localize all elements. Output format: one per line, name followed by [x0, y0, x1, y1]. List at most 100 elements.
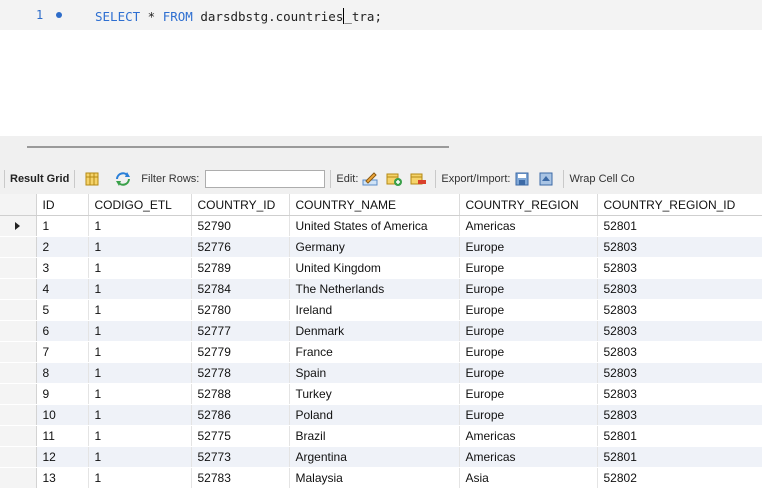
cell-country-region-id[interactable]: 52801 [597, 425, 762, 447]
refresh-icon[interactable] [114, 171, 132, 187]
cell-id[interactable]: 12 [36, 446, 89, 468]
cell-codigo-etl[interactable]: 1 [88, 362, 192, 384]
cell-country-name[interactable]: Brazil [289, 425, 460, 447]
row-selector[interactable] [0, 215, 37, 237]
cell-codigo-etl[interactable]: 1 [88, 299, 192, 321]
cell-id[interactable]: 11 [36, 425, 89, 447]
cell-country-region[interactable]: Europe [459, 278, 598, 300]
cell-codigo-etl[interactable]: 1 [88, 383, 192, 405]
row-selector[interactable] [0, 320, 37, 342]
cell-id[interactable]: 6 [36, 320, 89, 342]
cell-codigo-etl[interactable]: 1 [88, 446, 192, 468]
cell-country-name[interactable]: Ireland [289, 299, 460, 321]
cell-country-name[interactable]: United Kingdom [289, 257, 460, 279]
cell-country-region-id[interactable]: 52803 [597, 257, 762, 279]
cell-country-region[interactable]: Europe [459, 404, 598, 426]
row-selector[interactable] [0, 467, 37, 489]
cell-country-id[interactable]: 52789 [191, 257, 290, 279]
cell-country-region[interactable]: Europe [459, 299, 598, 321]
export-icon[interactable] [513, 171, 531, 187]
cell-country-region[interactable]: Americas [459, 446, 598, 468]
cell-id[interactable]: 3 [36, 257, 89, 279]
cell-country-region[interactable]: Americas [459, 425, 598, 447]
table-row[interactable]: 4 1 52784 The Netherlands Europe 52803 [0, 278, 762, 300]
cell-country-region-id[interactable]: 52803 [597, 320, 762, 342]
cell-codigo-etl[interactable]: 1 [88, 257, 192, 279]
cell-country-region-id[interactable]: 52803 [597, 362, 762, 384]
table-row[interactable]: 9 1 52788 Turkey Europe 52803 [0, 383, 762, 405]
cell-country-region-id[interactable]: 52803 [597, 299, 762, 321]
table-row[interactable]: 11 1 52775 Brazil Americas 52801 [0, 425, 762, 447]
delete-row-icon[interactable] [409, 171, 427, 187]
column-header-country-region-id[interactable]: COUNTRY_REGION_ID [597, 194, 762, 216]
table-row[interactable]: 5 1 52780 Ireland Europe 52803 [0, 299, 762, 321]
cell-codigo-etl[interactable]: 1 [88, 278, 192, 300]
cell-codigo-etl[interactable]: 1 [88, 467, 192, 489]
row-selector-header[interactable] [0, 194, 37, 216]
current-line[interactable]: 1 SELECT * FROM darsdbstg.countries_tra; [0, 0, 762, 30]
column-header-country-id[interactable]: COUNTRY_ID [191, 194, 290, 216]
table-row[interactable]: 10 1 52786 Poland Europe 52803 [0, 404, 762, 426]
cell-country-id[interactable]: 52788 [191, 383, 290, 405]
sql-statement[interactable]: SELECT * FROM darsdbstg.countries_tra; [95, 8, 382, 24]
cell-country-region-id[interactable]: 52801 [597, 446, 762, 468]
cell-country-id[interactable]: 52775 [191, 425, 290, 447]
cell-country-region-id[interactable]: 52802 [597, 467, 762, 489]
cell-id[interactable]: 1 [36, 215, 89, 237]
cell-country-region-id[interactable]: 52803 [597, 404, 762, 426]
cell-country-region[interactable]: Europe [459, 341, 598, 363]
table-row[interactable]: 3 1 52789 United Kingdom Europe 52803 [0, 257, 762, 279]
editor-scrollbar[interactable] [27, 146, 449, 148]
result-grid-tab[interactable]: Result Grid [10, 173, 69, 185]
cell-country-region-id[interactable]: 52803 [597, 341, 762, 363]
cell-country-region[interactable]: Europe [459, 383, 598, 405]
filter-rows-input[interactable] [205, 170, 326, 188]
table-row[interactable]: 6 1 52777 Denmark Europe 52803 [0, 320, 762, 342]
cell-country-name[interactable]: Germany [289, 236, 460, 258]
row-selector[interactable] [0, 362, 37, 384]
row-selector[interactable] [0, 257, 37, 279]
cell-id[interactable]: 4 [36, 278, 89, 300]
cell-country-name[interactable]: Argentina [289, 446, 460, 468]
cell-country-name[interactable]: Poland [289, 404, 460, 426]
cell-id[interactable]: 8 [36, 362, 89, 384]
cell-country-region-id[interactable]: 52803 [597, 278, 762, 300]
column-header-id[interactable]: ID [36, 194, 89, 216]
cell-country-region-id[interactable]: 52801 [597, 215, 762, 237]
column-header-codigo-etl[interactable]: CODIGO_ETL [88, 194, 192, 216]
cell-country-region[interactable]: Europe [459, 257, 598, 279]
cell-country-name[interactable]: The Netherlands [289, 278, 460, 300]
cell-country-name[interactable]: France [289, 341, 460, 363]
table-row[interactable]: 7 1 52779 France Europe 52803 [0, 341, 762, 363]
cell-country-id[interactable]: 52784 [191, 278, 290, 300]
row-selector[interactable] [0, 425, 37, 447]
sql-editor[interactable]: 1 SELECT * FROM darsdbstg.countries_tra; [0, 0, 762, 136]
cell-country-region-id[interactable]: 52803 [597, 236, 762, 258]
cell-codigo-etl[interactable]: 1 [88, 404, 192, 426]
cell-id[interactable]: 2 [36, 236, 89, 258]
cell-country-region-id[interactable]: 52803 [597, 383, 762, 405]
cell-country-region[interactable]: Europe [459, 320, 598, 342]
cell-country-region[interactable]: Europe [459, 236, 598, 258]
cell-country-id[interactable]: 52779 [191, 341, 290, 363]
cell-country-id[interactable]: 52783 [191, 467, 290, 489]
cell-country-name[interactable]: Turkey [289, 383, 460, 405]
cell-country-id[interactable]: 52778 [191, 362, 290, 384]
cell-id[interactable]: 13 [36, 467, 89, 489]
row-selector[interactable] [0, 278, 37, 300]
cell-country-region[interactable]: Asia [459, 467, 598, 489]
cell-country-id[interactable]: 52786 [191, 404, 290, 426]
cell-id[interactable]: 9 [36, 383, 89, 405]
cell-country-id[interactable]: 52777 [191, 320, 290, 342]
table-row[interactable]: 12 1 52773 Argentina Americas 52801 [0, 446, 762, 468]
table-row[interactable]: 2 1 52776 Germany Europe 52803 [0, 236, 762, 258]
cell-country-name[interactable]: Malaysia [289, 467, 460, 489]
row-selector[interactable] [0, 383, 37, 405]
import-icon[interactable] [537, 171, 555, 187]
edit-pencil-icon[interactable] [361, 171, 379, 187]
cell-codigo-etl[interactable]: 1 [88, 320, 192, 342]
cell-id[interactable]: 5 [36, 299, 89, 321]
cell-codigo-etl[interactable]: 1 [88, 236, 192, 258]
row-selector[interactable] [0, 299, 37, 321]
panel-splitter[interactable] [0, 136, 762, 164]
